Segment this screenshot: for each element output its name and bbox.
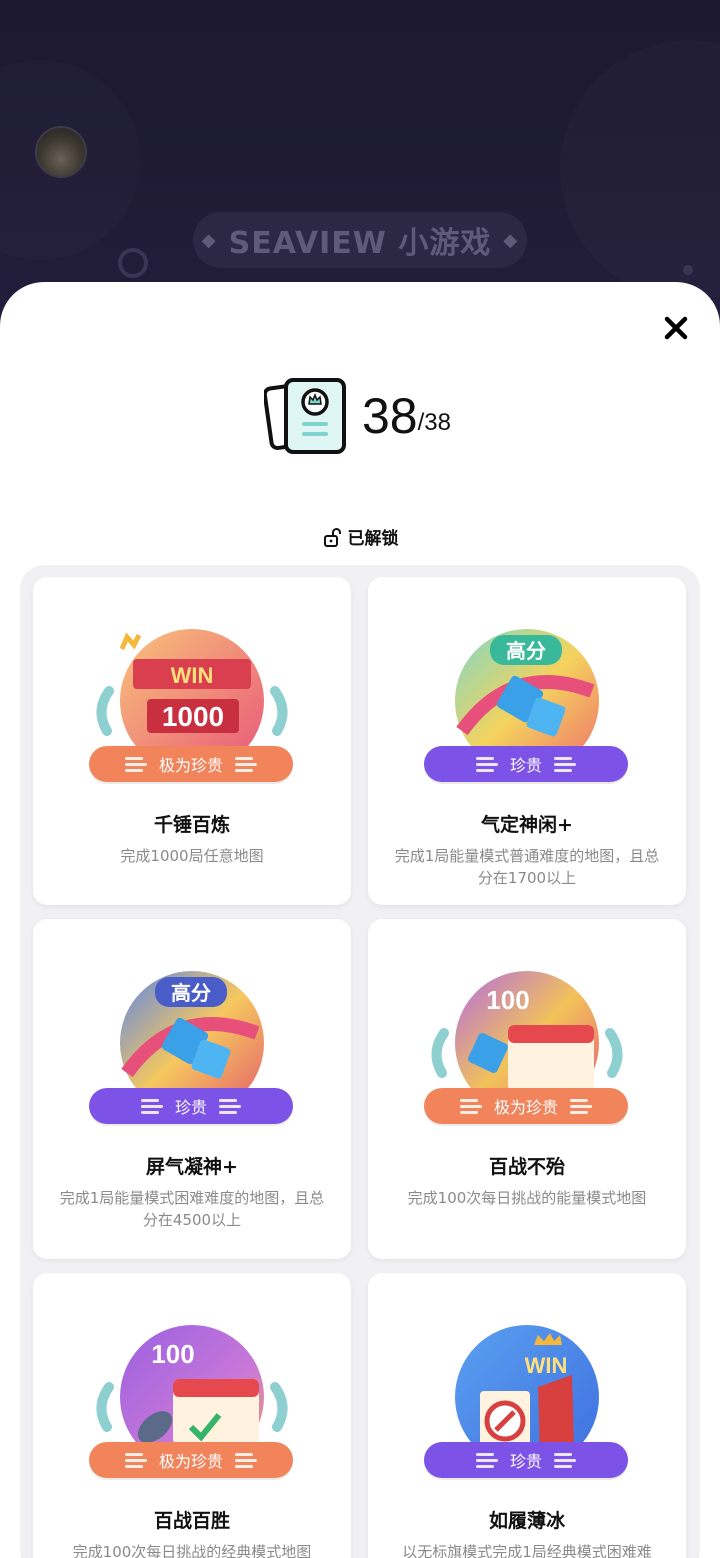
achievement-description: 完成100次每日挑战的经典模式地图 — [72, 1543, 312, 1558]
achievement-counter: 38/38 — [264, 376, 451, 456]
rarity-label: 极为珍贵 — [158, 1452, 223, 1471]
bars-icon — [219, 1098, 241, 1114]
achievement-title: 屏气凝神+ — [146, 1156, 238, 1178]
achievement-description: 完成100次每日挑战的能量模式地图 — [407, 1189, 647, 1207]
unlocked-label-text: 已解锁 — [347, 529, 399, 549]
close-icon — [664, 316, 688, 340]
bars-icon — [475, 756, 498, 772]
svg-text:WIN: WIN — [171, 663, 214, 688]
achievements-grid: WIN 1000 极为珍贵 千锤百炼 完成1000局任意地图 高分 珍贵 气定神… — [20, 565, 700, 1558]
bars-icon — [570, 1098, 592, 1114]
header-background: ◆ SEAVIEW 小游戏 ◆ — [0, 0, 720, 320]
achievement-card[interactable]: 100 极为珍贵 百战不殆 完成100次每日挑战的能量模式地图 — [368, 919, 686, 1259]
background-dot — [683, 265, 693, 275]
rarity-label: 珍贵 — [174, 1098, 207, 1117]
rarity-badge: 极为珍贵 — [89, 746, 293, 782]
diamond-icon: ◆ — [201, 229, 217, 251]
achievement-title: 百战百胜 — [153, 1510, 230, 1532]
rarity-badge: 珍贵 — [89, 1088, 293, 1124]
achievement-card[interactable]: WIN 珍贵 如履薄冰 以无标旗模式完成1局经典模式困难难 — [368, 1273, 686, 1558]
bars-icon — [554, 1452, 576, 1468]
achievements-sheet: 38/38 已解锁 WIN 1000 极为珍贵 千锤百炼 完成1000局任意地图… — [0, 282, 720, 1558]
achievement-title: 千锤百炼 — [153, 814, 230, 836]
svg-text:高分: 高分 — [506, 639, 546, 663]
svg-text:100: 100 — [151, 1339, 194, 1369]
achievement-card[interactable]: WIN 1000 极为珍贵 千锤百炼 完成1000局任意地图 — [33, 577, 351, 905]
rarity-badge: 珍贵 — [424, 746, 628, 782]
achievement-card[interactable]: 高分 珍贵 气定神闲+ 完成1局能量模式普通难度的地图，且总分在1700以上 — [368, 577, 686, 905]
rarity-badge: 极为珍贵 — [89, 1442, 293, 1478]
svg-text:WIN: WIN — [525, 1353, 568, 1378]
close-button[interactable] — [658, 310, 694, 346]
bars-icon — [235, 1452, 257, 1468]
achievement-title: 如履薄冰 — [488, 1510, 565, 1532]
achievement-description: 以无标旗模式完成1局经典模式困难难 — [402, 1543, 652, 1558]
badge-cards-icon — [264, 378, 346, 454]
unlocked-count: 38 — [362, 388, 418, 444]
diamond-icon: ◆ — [503, 229, 519, 251]
rarity-label: 极为珍贵 — [158, 756, 223, 775]
achievement-card[interactable]: 高分 珍贵 屏气凝神+ 完成1局能量模式困难难度的地图，且总分在4500以上 — [33, 919, 351, 1259]
bars-icon — [124, 756, 147, 772]
avatar[interactable] — [35, 126, 87, 178]
game-title: SEAVIEW 小游戏 — [228, 226, 492, 261]
game-title-pill: ◆ SEAVIEW 小游戏 ◆ — [193, 212, 527, 268]
achievement-card[interactable]: 100 极为珍贵 百战百胜 完成100次每日挑战的经典模式地图 — [33, 1273, 351, 1558]
achievement-description: 完成1局能量模式困难难度的地图，且总分在4500以上 — [59, 1189, 325, 1229]
achievement-description: 完成1局能量模式普通难度的地图，且总分在1700以上 — [394, 847, 660, 887]
bars-icon — [554, 756, 576, 772]
rarity-badge: 极为珍贵 — [424, 1088, 628, 1124]
achievement-title: 气定神闲+ — [481, 814, 573, 836]
achievement-description: 完成1000局任意地图 — [120, 847, 264, 865]
achievement-title: 百战不殆 — [488, 1156, 565, 1178]
bars-icon — [235, 756, 257, 772]
rarity-label: 极为珍贵 — [493, 1098, 558, 1117]
unlocked-section-label: 已解锁 — [0, 524, 720, 549]
background-decoration — [560, 40, 720, 300]
svg-text:1000: 1000 — [162, 701, 224, 732]
bars-icon — [459, 1098, 482, 1114]
unlock-icon — [323, 527, 341, 547]
bars-icon — [140, 1098, 163, 1114]
bars-icon — [124, 1452, 147, 1468]
bars-icon — [475, 1452, 498, 1468]
rarity-label: 珍贵 — [509, 756, 542, 775]
ring-decoration — [118, 248, 148, 278]
rarity-badge: 珍贵 — [424, 1442, 628, 1478]
rarity-label: 珍贵 — [509, 1452, 542, 1471]
svg-text:100: 100 — [486, 985, 529, 1015]
svg-text:高分: 高分 — [171, 981, 211, 1005]
total-count: /38 — [417, 409, 451, 436]
